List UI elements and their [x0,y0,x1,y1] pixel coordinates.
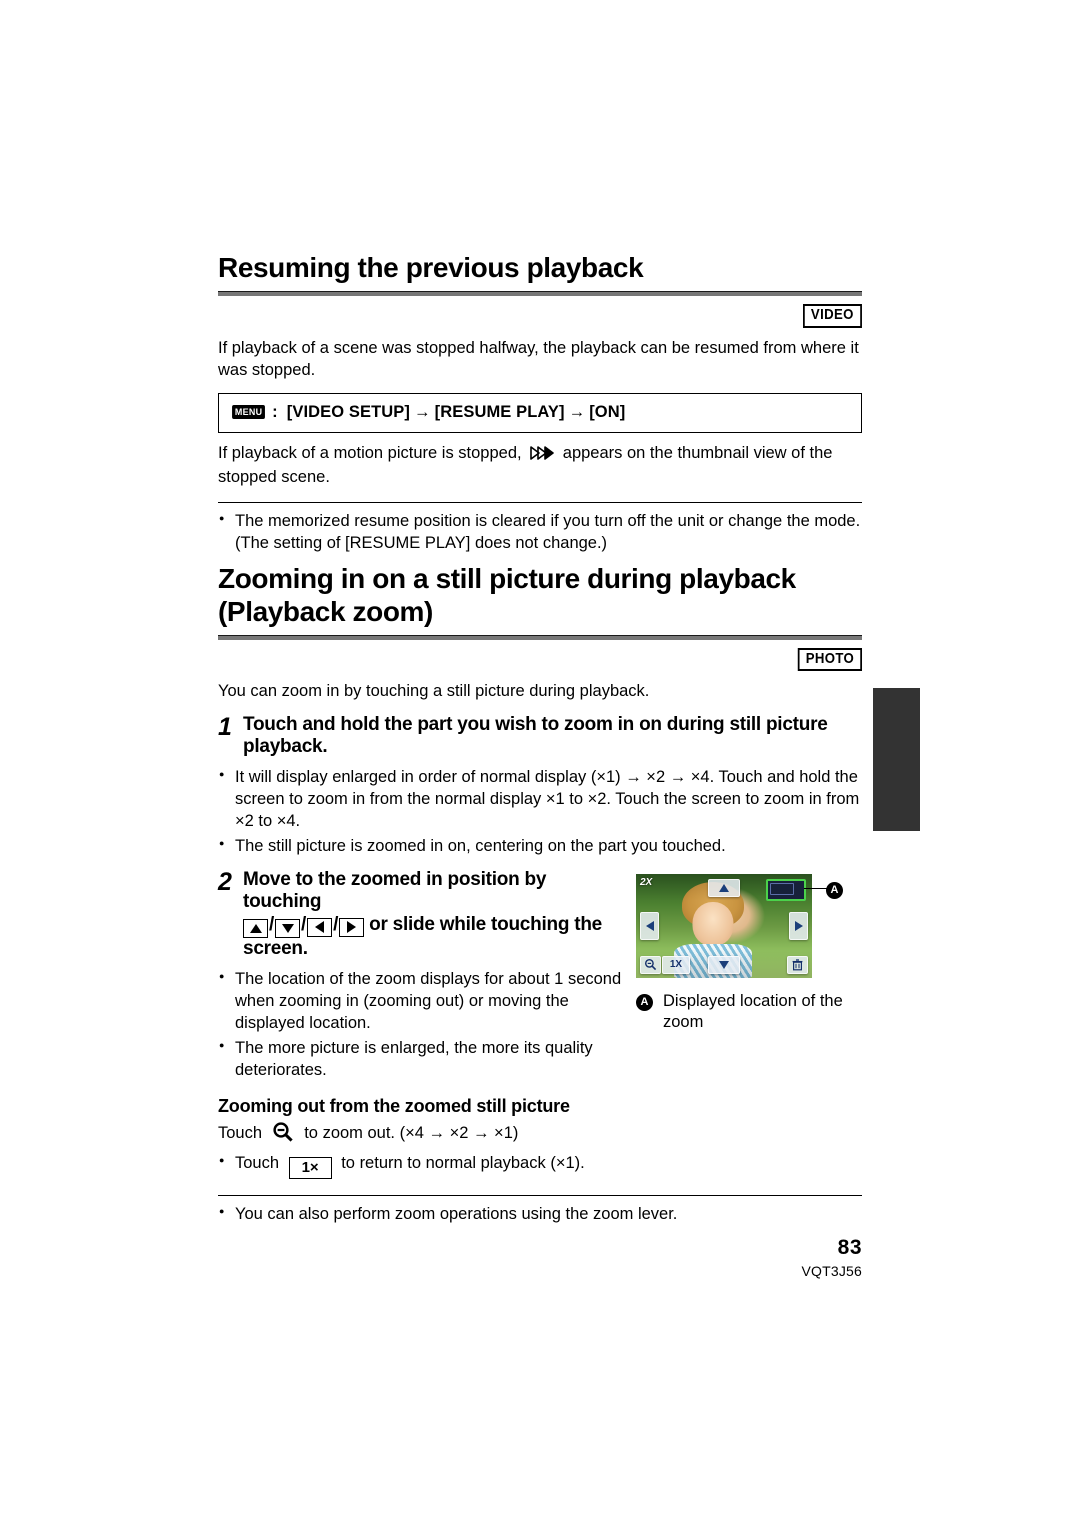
resume-notes-list: The memorized resume position is cleared… [218,510,862,554]
step-2-column: 2 Move to the zoomed in position by touc… [218,858,622,1082]
section-divider-1 [218,502,862,504]
one-x-button-icon: 1× [288,1156,332,1179]
list-item: The memorized resume position is cleared… [218,510,862,554]
list-item: It will display enlarged in order of nor… [218,766,862,832]
zoom-out-text-after: to zoom out. (×4 → ×2 → ×1) [304,1123,519,1142]
status-badge-video: VIDEO [803,304,862,328]
zoom-out-instruction: Touch to zoom out. (×4 → ×2 → ×1) [218,1121,862,1149]
heading-rule [218,291,862,297]
step-2-number: 2 [218,867,232,896]
badge-row-video: VIDEO [218,304,862,328]
manual-page: Resuming the previous playback VIDEO If … [0,0,1080,1526]
subsection-heading-zoom-out: Zooming out from the zoomed still pictur… [218,1095,570,1116]
section-divider-2 [218,1194,862,1196]
step-2-text: Move to the zoomed in position by touchi… [243,868,602,960]
zoom-out-magnifier-icon [272,1121,294,1149]
step-2-notes: The location of the zoom displays for ab… [218,968,622,1082]
figure-column: 2X 1X A A Displayed location of the zoom [636,858,862,1034]
zoom-level-label: 2X [640,876,653,888]
zoom-out-text-before: Touch [218,1123,263,1142]
step-2-and-figure: 2 Move to the zoomed in position by touc… [218,858,862,1082]
section-heading-zooming: Zooming in on a still picture during pla… [218,563,862,628]
section-heading-resuming: Resuming the previous playback [218,252,644,283]
step-1: 1 Touch and hold the part you wish to zo… [218,712,862,760]
menu-path-arrow-2: → [568,402,586,421]
caption-text: Displayed location of the zoom [663,991,843,1032]
heading-rule-zooming [218,635,862,641]
zooming-heading-line-1: Zooming in on a still picture during pla… [218,563,796,595]
lcd-zoom-out-button[interactable] [640,955,661,974]
menu-path-colon: : [272,402,278,421]
resume-fast-forward-icon [530,444,554,466]
lcd-up-arrow-button[interactable] [708,878,740,897]
step-2-text-before-keys: Move to the zoomed in position by touchi… [243,868,547,913]
zoom-out-notes: Touch 1× to return to normal playback (×… [218,1152,862,1179]
callout-badge-a: A [826,881,843,899]
menu-path-arrow-1: → [414,402,431,421]
lcd-delete-button[interactable] [787,955,808,974]
lcd-down-arrow-button[interactable] [708,955,740,974]
step-1-text: Touch and hold the part you wish to zoom… [243,713,828,758]
return-normal-text-after: to return to normal playback (×1). [341,1153,585,1172]
page-number: 83 [837,1236,862,1259]
menu-path-item-3: [ON] [589,402,626,421]
list-item: You can also perform zoom operations usi… [218,1203,862,1225]
list-item: Touch 1× to return to normal playback (×… [218,1152,862,1179]
lcd-reset-zoom-button[interactable]: 1X [662,955,690,974]
menu-path-box: MENU : [VIDEO SETUP] → [RESUME PLAY] → [… [218,392,862,433]
step-1-notes: It will display enlarged in order of nor… [218,766,862,857]
return-normal-text-before: Touch [235,1153,280,1172]
callout-marker-a: A [826,880,843,899]
page-footer: 83 VQT3J56 [0,1236,862,1279]
zoom-location-inner-frame [770,882,794,895]
final-notes-list: You can also perform zoom operations usi… [218,1203,862,1225]
callout-leader-line [804,887,828,890]
left-arrow-icon [307,917,333,937]
step-2: 2 Move to the zoomed in position by touc… [218,867,622,961]
camera-screen-figure: 2X 1X A A Displayed location of the zoom [636,873,862,1034]
zooming-heading-line-2: (Playback zoom) [218,595,433,627]
resume-icon-paragraph: If playback of a motion picture is stopp… [218,442,862,488]
list-item: The more picture is enlarged, the more i… [218,1037,622,1081]
down-arrow-icon [275,919,301,939]
menu-icon: MENU [232,405,266,420]
caption-badge-a: A [636,993,653,1011]
camera-lcd-screen: 2X 1X [636,873,812,978]
thumb-index-tab [873,688,920,831]
step-1-number: 1 [218,712,232,741]
list-item: The location of the zoom displays for ab… [218,968,622,1034]
menu-path-item-2: [RESUME PLAY] [434,402,565,421]
badge-row-photo: PHOTO [218,648,862,672]
menu-path-item-1: [VIDEO SETUP] [286,402,411,421]
zoom-location-indicator [766,878,806,901]
figure-caption: A Displayed location of the zoom [636,991,862,1034]
up-arrow-icon [243,919,268,939]
page-content: Resuming the previous playback VIDEO If … [218,252,862,1225]
lcd-left-arrow-button[interactable] [640,911,659,940]
intro-paragraph-resuming: If playback of a scene was stopped halfw… [218,338,859,379]
status-badge-photo: PHOTO [797,648,862,672]
lcd-right-arrow-button[interactable] [789,911,808,940]
list-item: The still picture is zoomed in on, cente… [218,835,862,857]
document-code: VQT3J56 [801,1263,862,1279]
right-arrow-icon [339,917,365,937]
resume-paragraph-part-1: If playback of a motion picture is stopp… [218,443,522,462]
intro-paragraph-zooming: You can zoom in by touching a still pict… [218,682,650,701]
